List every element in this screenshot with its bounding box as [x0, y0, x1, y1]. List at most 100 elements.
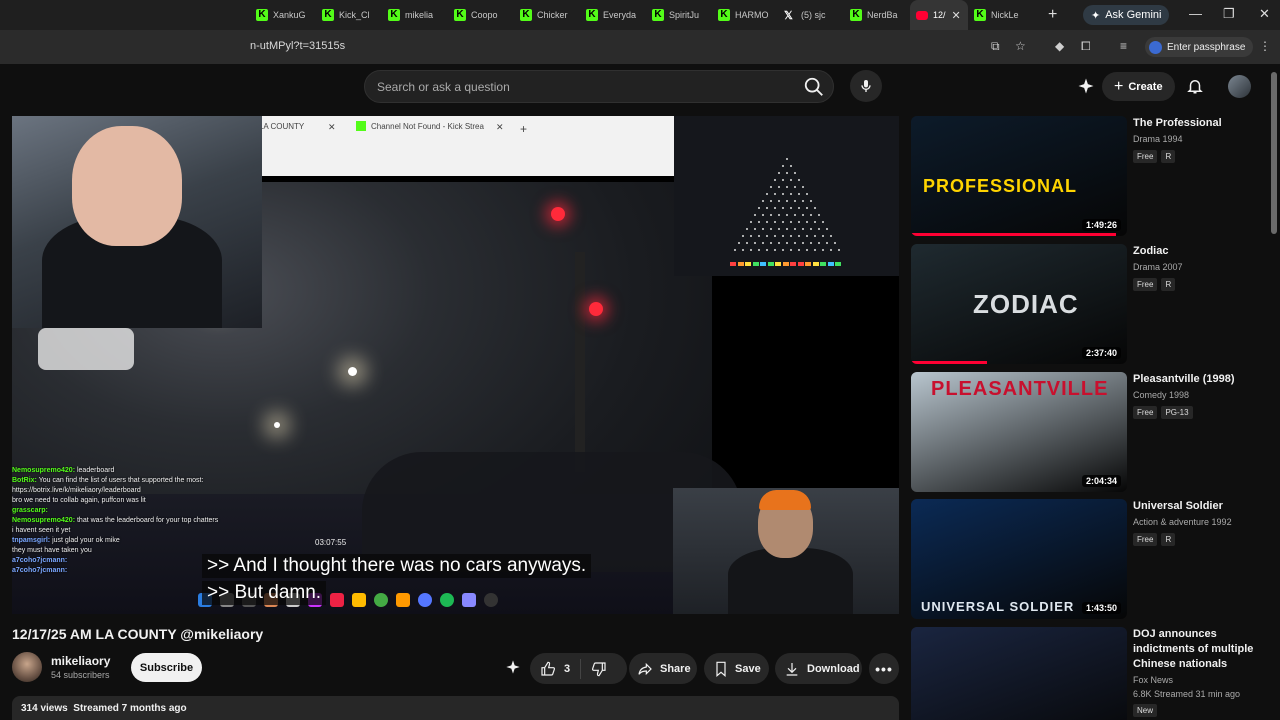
plinko-peg	[814, 221, 816, 223]
video-duration: 2:04:34	[1081, 475, 1121, 487]
browser-tab-label: XankuG	[273, 10, 306, 20]
video-player[interactable]: M LA COUNTY ✕ Channel Not Found - Kick S…	[12, 116, 899, 614]
plinko-peg	[754, 214, 756, 216]
subscribe-button[interactable]: Subscribe	[131, 653, 202, 682]
video-thumbnail[interactable]: PLEASANTVILLE 2:04:34	[911, 372, 1127, 492]
voice-search-button[interactable]	[850, 70, 882, 102]
plinko-peg	[782, 249, 784, 251]
kick-icon: K	[586, 9, 598, 21]
chat-message: tnpamsgirl: just glad your ok mike	[12, 536, 312, 546]
like-dislike-group: 3	[530, 653, 627, 684]
plinko-peg	[766, 207, 768, 209]
search-input[interactable]: Search or ask a question	[377, 80, 510, 94]
account-avatar[interactable]	[1228, 75, 1251, 98]
close-window-icon[interactable]: ✕	[1259, 6, 1270, 22]
spotify-icon	[440, 593, 454, 607]
browser-tab[interactable]: K XankuG	[250, 0, 316, 30]
secondary-webcam	[673, 488, 899, 614]
browser-tab[interactable]: 12/ ✕	[910, 0, 968, 30]
badge-group: Free R	[1133, 533, 1176, 546]
browser-tab[interactable]: K SpiritJu	[646, 0, 712, 30]
browser-tab-label: Kick_Cl	[339, 10, 370, 20]
video-duration: 1:49:26	[1081, 219, 1121, 231]
video-thumbnail[interactable]: PROFESSIONAL 1:49:26	[911, 116, 1127, 236]
browser-tab[interactable]: 𝕏 (5) sjc	[778, 0, 844, 30]
url-text[interactable]: n-utMPyl?t=31515s	[250, 40, 345, 52]
recommended-video-title[interactable]: Pleasantville (1998)	[1133, 372, 1263, 387]
browser-tab[interactable]: Kmikelia	[382, 0, 448, 30]
recommended-video[interactable]: PROFESSIONAL 1:49:26 The Professional Drama…	[911, 116, 1271, 236]
ai-sparkle-icon[interactable]	[1077, 77, 1095, 95]
address-bar: n-utMPyl?t=31515s ⧉ ☆ ◆ ⧠ ≡ Enter passph…	[0, 30, 1280, 64]
recommended-video[interactable]: PLEASANTVILLE 2:04:34 Pleasantville (1998)…	[911, 372, 1271, 492]
download-button[interactable]: Download	[775, 653, 862, 684]
recommended-video-meta: Comedy 1998	[1133, 390, 1190, 400]
recommended-video[interactable]: ZODIAC 2:37:40 Zodiac Drama 2007 Free R	[911, 244, 1271, 364]
recommended-video-title[interactable]: The Professional	[1133, 116, 1263, 131]
browser-tab[interactable]: K NerdBa	[844, 0, 910, 30]
search-box[interactable]: Search or ask a question	[364, 70, 834, 103]
browser-tab[interactable]: K Everyda	[580, 0, 646, 30]
gemini-sparkle-icon: ✦	[1091, 9, 1101, 22]
more-actions-button[interactable]: •••	[869, 653, 899, 684]
plinko-peg	[794, 214, 796, 216]
plinko-peg	[790, 235, 792, 237]
plinko-peg	[766, 193, 768, 195]
plinko-peg	[794, 172, 796, 174]
browser-tab[interactable]: K Kick_Cl	[316, 0, 382, 30]
install-icon[interactable]: ⧉	[991, 39, 1000, 54]
description-box[interactable]: 314 views Streamed 7 months ago	[12, 696, 899, 720]
plinko-peg	[758, 249, 760, 251]
plinko-peg	[814, 235, 816, 237]
kick-icon: K	[256, 9, 268, 21]
channel-name[interactable]: mikeliaory	[51, 654, 110, 668]
browser-tab[interactable]: K Chicker	[514, 0, 580, 30]
plinko-peg	[782, 221, 784, 223]
browser-tab[interactable]: K HARMO	[712, 0, 778, 30]
plinko-peg	[750, 249, 752, 251]
recommended-video-title[interactable]: Universal Soldier	[1133, 499, 1263, 514]
browser-menu-icon[interactable]: ⋮	[1259, 39, 1271, 53]
media-control-icon[interactable]: ≡	[1120, 39, 1127, 53]
plinko-peg	[806, 221, 808, 223]
tab-close-icon[interactable]: ✕	[952, 9, 961, 22]
chrome-icon	[374, 593, 388, 607]
plinko-peg	[766, 221, 768, 223]
save-button[interactable]: Save	[704, 653, 769, 684]
dislike-button[interactable]	[581, 661, 617, 677]
plinko-peg	[750, 235, 752, 237]
plinko-peg	[794, 200, 796, 202]
maximize-icon[interactable]: ❐	[1223, 6, 1235, 22]
plinko-peg	[762, 214, 764, 216]
video-thumbnail[interactable]: UNIVERSAL SOLDIER 1:43:50	[911, 499, 1127, 619]
page-scrollbar[interactable]	[1271, 72, 1277, 234]
ask-ai-sparkle-icon[interactable]	[505, 659, 521, 675]
create-button[interactable]: + Create	[1102, 72, 1175, 101]
browser-tab[interactable]: K Coopo	[448, 0, 514, 30]
recommended-video[interactable]: FOXDOJ announces indictments of multiple…	[911, 627, 1271, 720]
bookmark-star-icon[interactable]: ☆	[1015, 39, 1026, 53]
channel-avatar[interactable]	[12, 652, 42, 682]
browser-tab[interactable]: K NickLe	[968, 0, 1034, 30]
extension-diamond-icon[interactable]: ◆	[1055, 39, 1064, 53]
plinko-peg	[762, 228, 764, 230]
minimize-icon[interactable]: —	[1189, 6, 1202, 21]
video-thumbnail[interactable]: ZODIAC 2:37:40	[911, 244, 1127, 364]
notifications-bell-icon[interactable]	[1186, 77, 1204, 95]
extensions-puzzle-icon[interactable]: ⧠	[1081, 39, 1091, 54]
plinko-peg	[786, 172, 788, 174]
recommended-video[interactable]: UNIVERSAL SOLDIER 1:43:50 Universal Soldie…	[911, 499, 1271, 619]
recommended-video-title[interactable]: DOJ announces indictments of multiple Ch…	[1133, 627, 1263, 672]
new-tab-icon[interactable]: +	[1048, 6, 1057, 24]
search-icon[interactable]	[803, 76, 825, 98]
like-button[interactable]: 3	[530, 658, 582, 679]
video-thumbnail[interactable]: FOX	[911, 627, 1127, 720]
ask-gemini-button[interactable]: ✦ Ask Gemini	[1083, 5, 1170, 25]
plinko-peg	[786, 158, 788, 160]
plinko-peg	[754, 228, 756, 230]
profile-button[interactable]: Enter passphrase	[1145, 37, 1254, 57]
stream-date: Streamed 7 months ago	[73, 703, 187, 714]
share-button[interactable]: Share	[629, 653, 697, 684]
plinko-peg	[738, 242, 740, 244]
recommended-video-title[interactable]: Zodiac	[1133, 244, 1263, 259]
